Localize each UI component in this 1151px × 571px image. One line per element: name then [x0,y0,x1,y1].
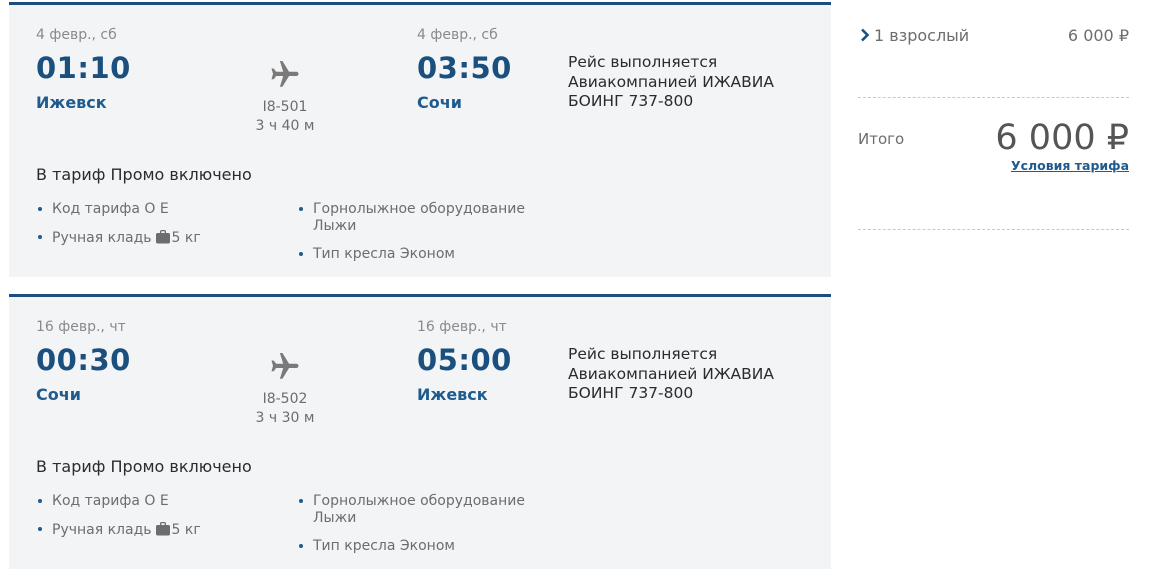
aircraft-type: БОИНГ 737-800 [568,92,694,110]
ski-equipment-line1: Горнолыжное оборудование [313,493,525,509]
hand-luggage-item: Ручная кладь 5 кг [38,229,201,247]
hand-luggage-weight: 5 кг [171,230,201,246]
summary-divider-top [858,97,1129,98]
passenger-label[interactable]: 1 взрослый [874,26,969,45]
ski-equipment-item: Горнолыжное оборудование Лыжи [299,493,525,527]
airplane-icon [271,353,299,379]
passenger-price: 6 000 ₽ [1067,26,1129,45]
chevron-right-icon[interactable] [860,28,870,42]
arrival-city: Сочи [417,93,462,112]
hand-luggage-weight: 5 кг [171,522,201,538]
ski-equipment-line1: Горнолыжное оборудование [313,201,525,217]
flight-duration: 3 ч 30 м [255,410,315,426]
seat-type-text: Тип кресла Эконом [313,246,455,262]
arrival-time: 05:00 [417,343,512,377]
operator-line2: Авиакомпанией ИЖАВИА [568,73,774,91]
operator-line2: Авиакомпанией ИЖАВИА [568,365,774,383]
tariff-included-title: В тариф Промо включено [36,457,252,476]
departure-city: Сочи [36,385,81,404]
departure-date: 16 февр., чт [36,319,126,335]
flight-number: I8-501 [262,99,308,115]
fare-code-text: Код тарифа О Е [52,493,169,509]
bag-icon [155,522,170,536]
flight-number: I8-502 [262,391,308,407]
operator-line1: Рейс выполняется [568,345,718,363]
departure-city: Ижевск [36,93,107,112]
flight-duration: 3 ч 40 м [255,118,315,134]
bag-icon [155,230,170,244]
tariff-included-title: В тариф Промо включено [36,165,252,184]
flight-card-outbound: 4 февр., сб 01:10 Ижевск I8-501 3 ч 40 м… [9,2,831,277]
airplane-icon [271,61,299,87]
departure-date: 4 февр., сб [36,27,117,43]
fare-code-item: Код тарифа О Е [38,493,169,510]
hand-luggage-label: Ручная кладь [52,522,152,538]
departure-time: 00:30 [36,343,131,377]
arrival-date: 16 февр., чт [417,319,507,335]
seat-type-item: Тип кресла Эконом [299,246,455,263]
hand-luggage-item: Ручная кладь 5 кг [38,521,201,539]
ski-equipment-item: Горнолыжное оборудование Лыжи [299,201,525,235]
hand-luggage-label: Ручная кладь [52,230,152,246]
summary-divider-bottom [858,229,1129,230]
ski-equipment-line2: Лыжи [313,218,357,234]
operator-info: Рейс выполняется Авиакомпанией ИЖАВИА [568,344,774,384]
operator-line1: Рейс выполняется [568,53,718,71]
fare-code-item: Код тарифа О Е [38,201,169,218]
flight-card-return: 16 февр., чт 00:30 Сочи I8-502 3 ч 30 м … [9,294,831,569]
seat-type-text: Тип кресла Эконом [313,538,455,554]
arrival-time: 03:50 [417,51,512,85]
total-price: 6 000 ₽ [995,118,1129,158]
tariff-conditions-link[interactable]: Условия тарифа [1011,158,1129,173]
fare-code-text: Код тарифа О Е [52,201,169,217]
seat-type-item: Тип кресла Эконом [299,538,455,555]
arrival-date: 4 февр., сб [417,27,498,43]
total-label: Итого [858,130,905,148]
operator-info: Рейс выполняется Авиакомпанией ИЖАВИА [568,52,774,92]
aircraft-type: БОИНГ 737-800 [568,384,694,402]
departure-time: 01:10 [36,51,131,85]
arrival-city: Ижевск [417,385,488,404]
ski-equipment-line2: Лыжи [313,510,357,526]
